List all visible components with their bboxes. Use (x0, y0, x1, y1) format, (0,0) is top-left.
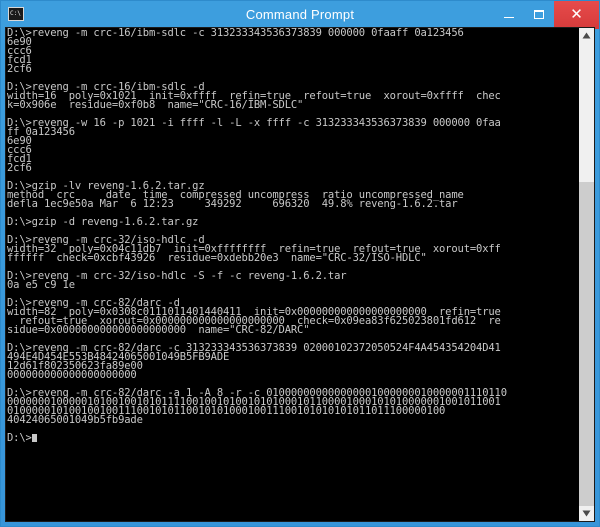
console-line: ccc6 (7, 144, 32, 156)
minimize-button[interactable] (494, 1, 524, 27)
scroll-down-arrow[interactable] (579, 506, 594, 521)
console-scrollbar[interactable] (578, 28, 594, 521)
maximize-button[interactable] (524, 1, 554, 27)
console-line: D:\>reveng -w 16 -p 1021 -i ffff -l -L -… (7, 117, 501, 129)
console-line: k=0x906e residue=0xf0b8 name="CRC-16/IBM… (7, 99, 304, 111)
text-cursor (31, 434, 37, 442)
scrollbar-track[interactable] (579, 43, 594, 506)
console-line: 40424065001049b5fb9ade (7, 414, 143, 426)
close-button[interactable]: ✕ (554, 1, 599, 29)
title-bar[interactable]: C:\ Command Prompt ✕ (1, 1, 599, 29)
console-line: 000000000000000000000 (7, 369, 137, 381)
scroll-up-arrow[interactable] (579, 28, 594, 43)
console-line: fcd1 (7, 54, 32, 66)
scrollbar-thumb[interactable] (579, 182, 594, 506)
console-line: fcd1 (7, 153, 32, 165)
console-line: 6e90 (7, 135, 32, 147)
console-line: D:\>reveng -m crc-32/iso-hdlc -S -f -c r… (7, 270, 347, 282)
console-line: 2cf6 (7, 63, 32, 75)
console-line: sidue=0x000000000000000000000 name="CRC-… (7, 324, 310, 336)
console-area: D:\>reveng -m crc-16/ibm-sdlc -c 3132333… (5, 27, 595, 522)
console-output[interactable]: D:\>reveng -m crc-16/ibm-sdlc -c 3132333… (6, 28, 578, 521)
console-line: D:\> (7, 433, 578, 443)
console-line: defla 1ec9e50a Mar 6 12:23 349292 696320… (7, 198, 458, 210)
console-line: 2cf6 (7, 162, 32, 174)
console-line: ff 0a123456 (7, 126, 75, 138)
console-line: 0a e5 c9 1e (7, 279, 75, 291)
console-line: D:\>gzip -d reveng-1.6.2.tar.gz (7, 216, 199, 228)
console-line: ffffff check=0xcbf43926 residue=0xdebb20… (7, 252, 427, 264)
command-prompt-icon: C:\ (8, 7, 24, 21)
console-line: D:\>reveng -m crc-16/ibm-sdlc -c 3132333… (7, 28, 464, 39)
window-controls: ✕ (494, 1, 599, 29)
command-prompt-window: C:\ Command Prompt ✕ D:\>reveng -m crc-1… (0, 0, 600, 527)
console-line: ccc6 (7, 45, 32, 57)
console-line: 6e90 (7, 36, 32, 48)
